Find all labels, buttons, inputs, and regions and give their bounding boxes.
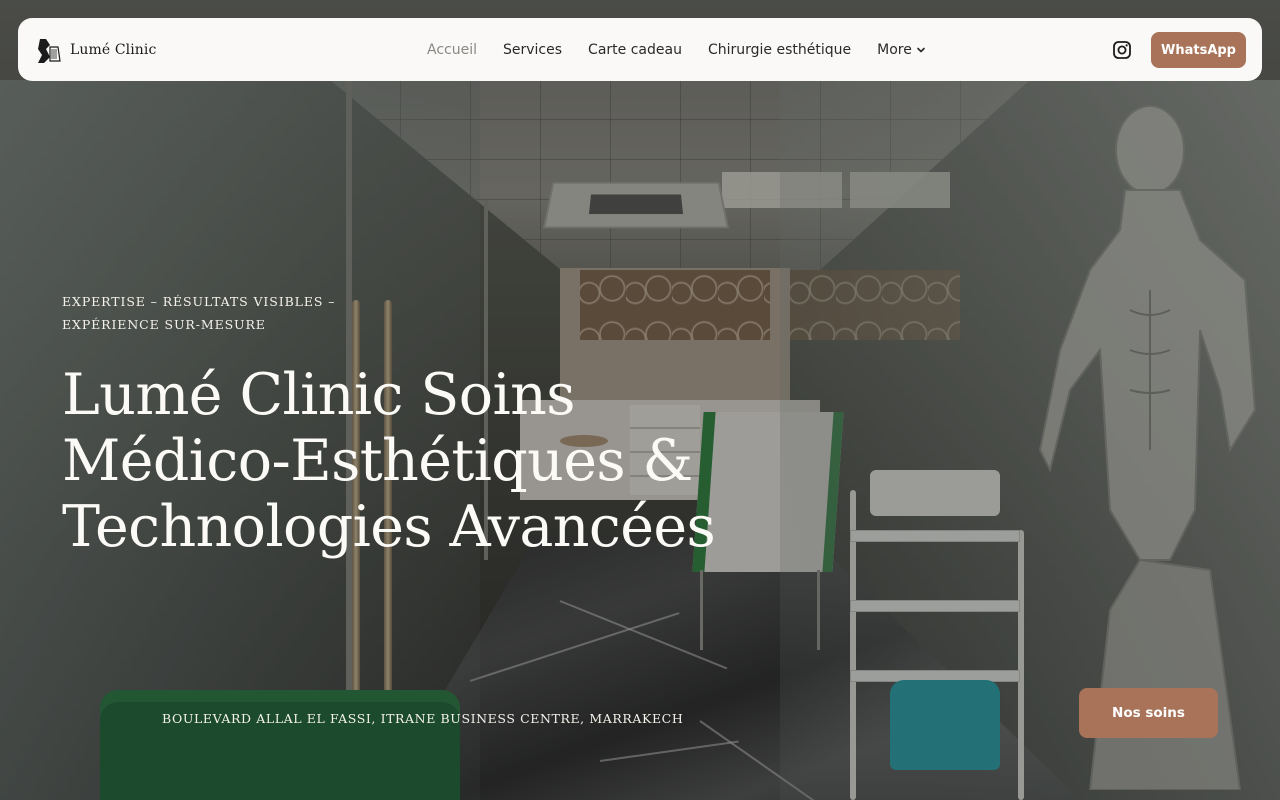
nav-link-more-label: More <box>877 41 912 58</box>
nav-link-accueil[interactable]: Accueil <box>427 42 477 58</box>
brand-logo[interactable]: Lumé Clinic <box>34 35 156 65</box>
nos-soins-button[interactable]: Nos soins <box>1079 688 1218 738</box>
lume-logo-icon <box>38 39 61 63</box>
nav-link-more[interactable]: More <box>877 42 926 58</box>
nav-link-services[interactable]: Services <box>503 42 562 58</box>
hero-eyebrow: EXPERTISE – RÉSULTATS VISIBLES – EXPÉRIE… <box>62 294 336 332</box>
whatsapp-button[interactable]: WhatsApp <box>1151 32 1246 68</box>
nav-link-carte-cadeau[interactable]: Carte cadeau <box>588 42 682 58</box>
hero-headline: Lumé Clinic Soins Médico-Esthétiques & T… <box>62 362 716 560</box>
nav-links: Accueil Services Carte cadeau Chirurgie … <box>427 18 952 81</box>
nav-link-chirurgie-esthetique[interactable]: Chirurgie esthétique <box>708 42 851 58</box>
navbar: Lumé Clinic Accueil Services Carte cadea… <box>18 18 1262 81</box>
brand-name: Lumé Clinic <box>70 42 157 58</box>
hero-address: BOULEVARD ALLAL EL FASSI, ITRANE BUSINES… <box>162 711 684 726</box>
chevron-down-icon <box>917 47 925 52</box>
instagram-icon[interactable] <box>1112 40 1132 60</box>
